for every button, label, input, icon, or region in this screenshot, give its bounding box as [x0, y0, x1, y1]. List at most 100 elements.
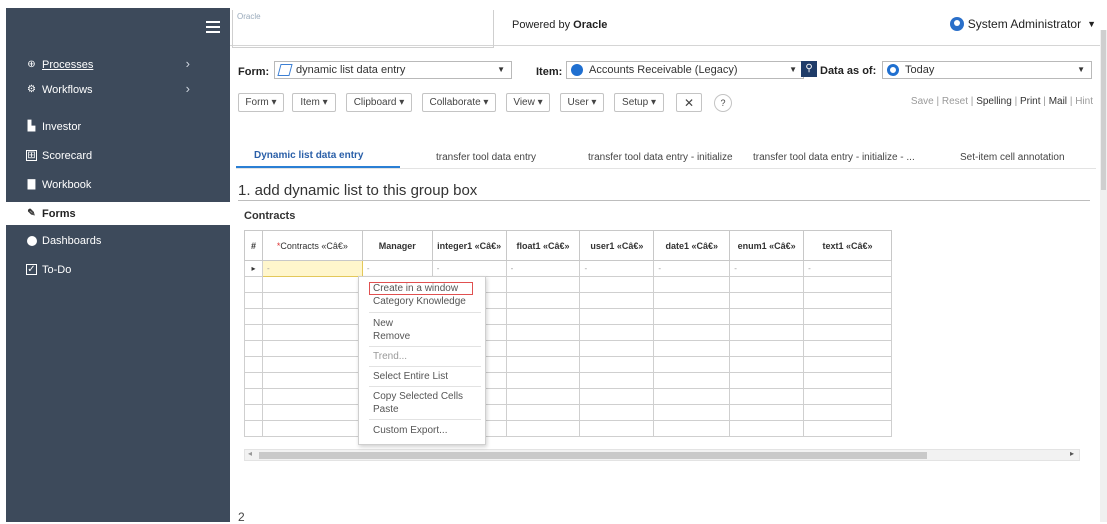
grid-cell[interactable]: [803, 340, 892, 357]
help-icon[interactable]: ?: [714, 94, 732, 112]
grid-cell[interactable]: [505, 324, 581, 341]
grid-cell[interactable]: [505, 356, 581, 373]
sidebar-item-to-do[interactable]: ✓ To-Do: [6, 258, 230, 281]
grid-cell[interactable]: -: [261, 260, 363, 277]
view-menu-button[interactable]: View ▾: [506, 93, 550, 112]
grid-cell[interactable]: [261, 324, 363, 341]
column-header-user1[interactable]: user1 «Câ€»: [579, 230, 655, 261]
sidebar-item-forms[interactable]: ✎ Forms: [6, 202, 230, 225]
row-number-cell[interactable]: [244, 292, 263, 309]
scrollbar-thumb[interactable]: [1101, 30, 1106, 190]
grid-cell[interactable]: [653, 372, 731, 389]
grid-cell[interactable]: [261, 356, 363, 373]
table-row[interactable]: [244, 388, 892, 405]
grid-cell[interactable]: [803, 276, 892, 293]
grid-cell[interactable]: [803, 388, 892, 405]
tab-set-item-cell-annotation[interactable]: Set-item cell annotation: [960, 152, 1065, 163]
user-menu[interactable]: System Administrator ▼: [949, 17, 1096, 31]
sidebar-item-workflows[interactable]: ⚙ Workflows ›: [6, 78, 230, 101]
grid-cell[interactable]: [579, 292, 655, 309]
table-row[interactable]: [244, 372, 892, 389]
grid-cell[interactable]: [261, 340, 363, 357]
grid-cell[interactable]: [261, 292, 363, 309]
sidebar-item-processes[interactable]: ⊕ Processes ›: [6, 53, 230, 76]
reset-link[interactable]: Reset: [942, 96, 968, 107]
grid-cell[interactable]: [505, 308, 581, 325]
column-header-text1[interactable]: text1 «Câ€»: [803, 230, 892, 261]
grid-cell[interactable]: [803, 324, 892, 341]
horizontal-scrollbar[interactable]: ◂ ▸: [244, 449, 1080, 461]
grid-cell[interactable]: [729, 292, 805, 309]
table-row[interactable]: [244, 340, 892, 357]
grid-cell[interactable]: [261, 276, 363, 293]
spelling-link[interactable]: Spelling: [976, 96, 1012, 107]
table-row[interactable]: [244, 292, 892, 309]
grid-cell[interactable]: [729, 308, 805, 325]
grid-cell[interactable]: [579, 388, 655, 405]
grid-cell[interactable]: [729, 404, 805, 421]
user-menu-button[interactable]: User ▾: [560, 93, 604, 112]
grid-cell[interactable]: [803, 404, 892, 421]
column-header-date1[interactable]: date1 «Câ€»: [653, 230, 731, 261]
menu-item-new[interactable]: New: [373, 318, 393, 329]
row-number-cell[interactable]: [244, 420, 263, 437]
mail-link[interactable]: Mail: [1049, 96, 1067, 107]
row-number-cell[interactable]: ▸: [244, 260, 263, 277]
table-row[interactable]: [244, 420, 892, 437]
grid-cell[interactable]: [803, 372, 892, 389]
tab-transfer-tool-initialize-more[interactable]: transfer tool data entry - initialize - …: [753, 152, 915, 163]
table-row[interactable]: ▸ - - - - - - - -: [244, 260, 892, 277]
hint-link[interactable]: Hint: [1075, 96, 1093, 107]
row-number-cell[interactable]: [244, 308, 263, 325]
grid-cell[interactable]: -: [579, 260, 655, 277]
column-header-integer1[interactable]: integer1 «Câ€»: [431, 230, 507, 261]
grid-cell[interactable]: [261, 404, 363, 421]
row-number-cell[interactable]: [244, 404, 263, 421]
grid-cell[interactable]: [803, 292, 892, 309]
grid-cell[interactable]: [729, 340, 805, 357]
form-select[interactable]: dynamic list data entry ▼: [274, 61, 512, 79]
column-header-enum1[interactable]: enum1 «Câ€»: [729, 230, 805, 261]
form-menu-button[interactable]: Form ▾: [238, 93, 284, 112]
grid-cell[interactable]: [653, 388, 731, 405]
item-menu-button[interactable]: Item ▾: [292, 93, 336, 112]
row-number-cell[interactable]: [244, 340, 263, 357]
grid-cell[interactable]: [579, 324, 655, 341]
grid-cell[interactable]: [261, 420, 363, 437]
grid-cell[interactable]: [653, 292, 731, 309]
tab-transfer-tool-initialize[interactable]: transfer tool data entry - initialize: [588, 152, 733, 163]
print-link[interactable]: Print: [1020, 96, 1041, 107]
collaborate-menu-button[interactable]: Collaborate ▾: [422, 93, 496, 112]
column-header-manager[interactable]: Manager: [361, 230, 433, 261]
grid-cell[interactable]: [579, 356, 655, 373]
grid-cell[interactable]: [653, 356, 731, 373]
grid-cell[interactable]: [505, 420, 581, 437]
scroll-right-icon[interactable]: ▸: [1070, 449, 1074, 458]
grid-cell[interactable]: [803, 356, 892, 373]
sidebar-item-investor[interactable]: ▙ Investor: [6, 115, 230, 138]
grid-cell[interactable]: [653, 308, 731, 325]
column-header-contracts[interactable]: *Contracts «Câ€»: [261, 230, 363, 261]
row-number-cell[interactable]: [244, 324, 263, 341]
column-header-float1[interactable]: float1 «Câ€»: [505, 230, 581, 261]
grid-cell[interactable]: -: [431, 260, 507, 277]
sidebar-item-scorecard[interactable]: ⊞ Scorecard: [6, 144, 230, 167]
grid-cell[interactable]: [653, 340, 731, 357]
grid-cell[interactable]: [729, 356, 805, 373]
grid-cell[interactable]: [505, 292, 581, 309]
tab-transfer-tool-data-entry[interactable]: transfer tool data entry: [436, 152, 536, 163]
table-row[interactable]: [244, 276, 892, 293]
menu-item-remove[interactable]: Remove: [373, 331, 410, 342]
grid-cell[interactable]: [729, 324, 805, 341]
grid-cell[interactable]: [505, 372, 581, 389]
grid-cell[interactable]: -: [729, 260, 805, 277]
grid-cell[interactable]: [803, 420, 892, 437]
row-number-header[interactable]: #: [244, 230, 263, 261]
grid-cell[interactable]: [505, 388, 581, 405]
grid-cell[interactable]: -: [361, 260, 433, 277]
menu-item-custom-export[interactable]: Custom Export...: [373, 425, 447, 436]
grid-cell[interactable]: [653, 420, 731, 437]
tools-icon[interactable]: ✕: [676, 93, 702, 112]
grid-cell[interactable]: [579, 340, 655, 357]
grid-cell[interactable]: [261, 372, 363, 389]
